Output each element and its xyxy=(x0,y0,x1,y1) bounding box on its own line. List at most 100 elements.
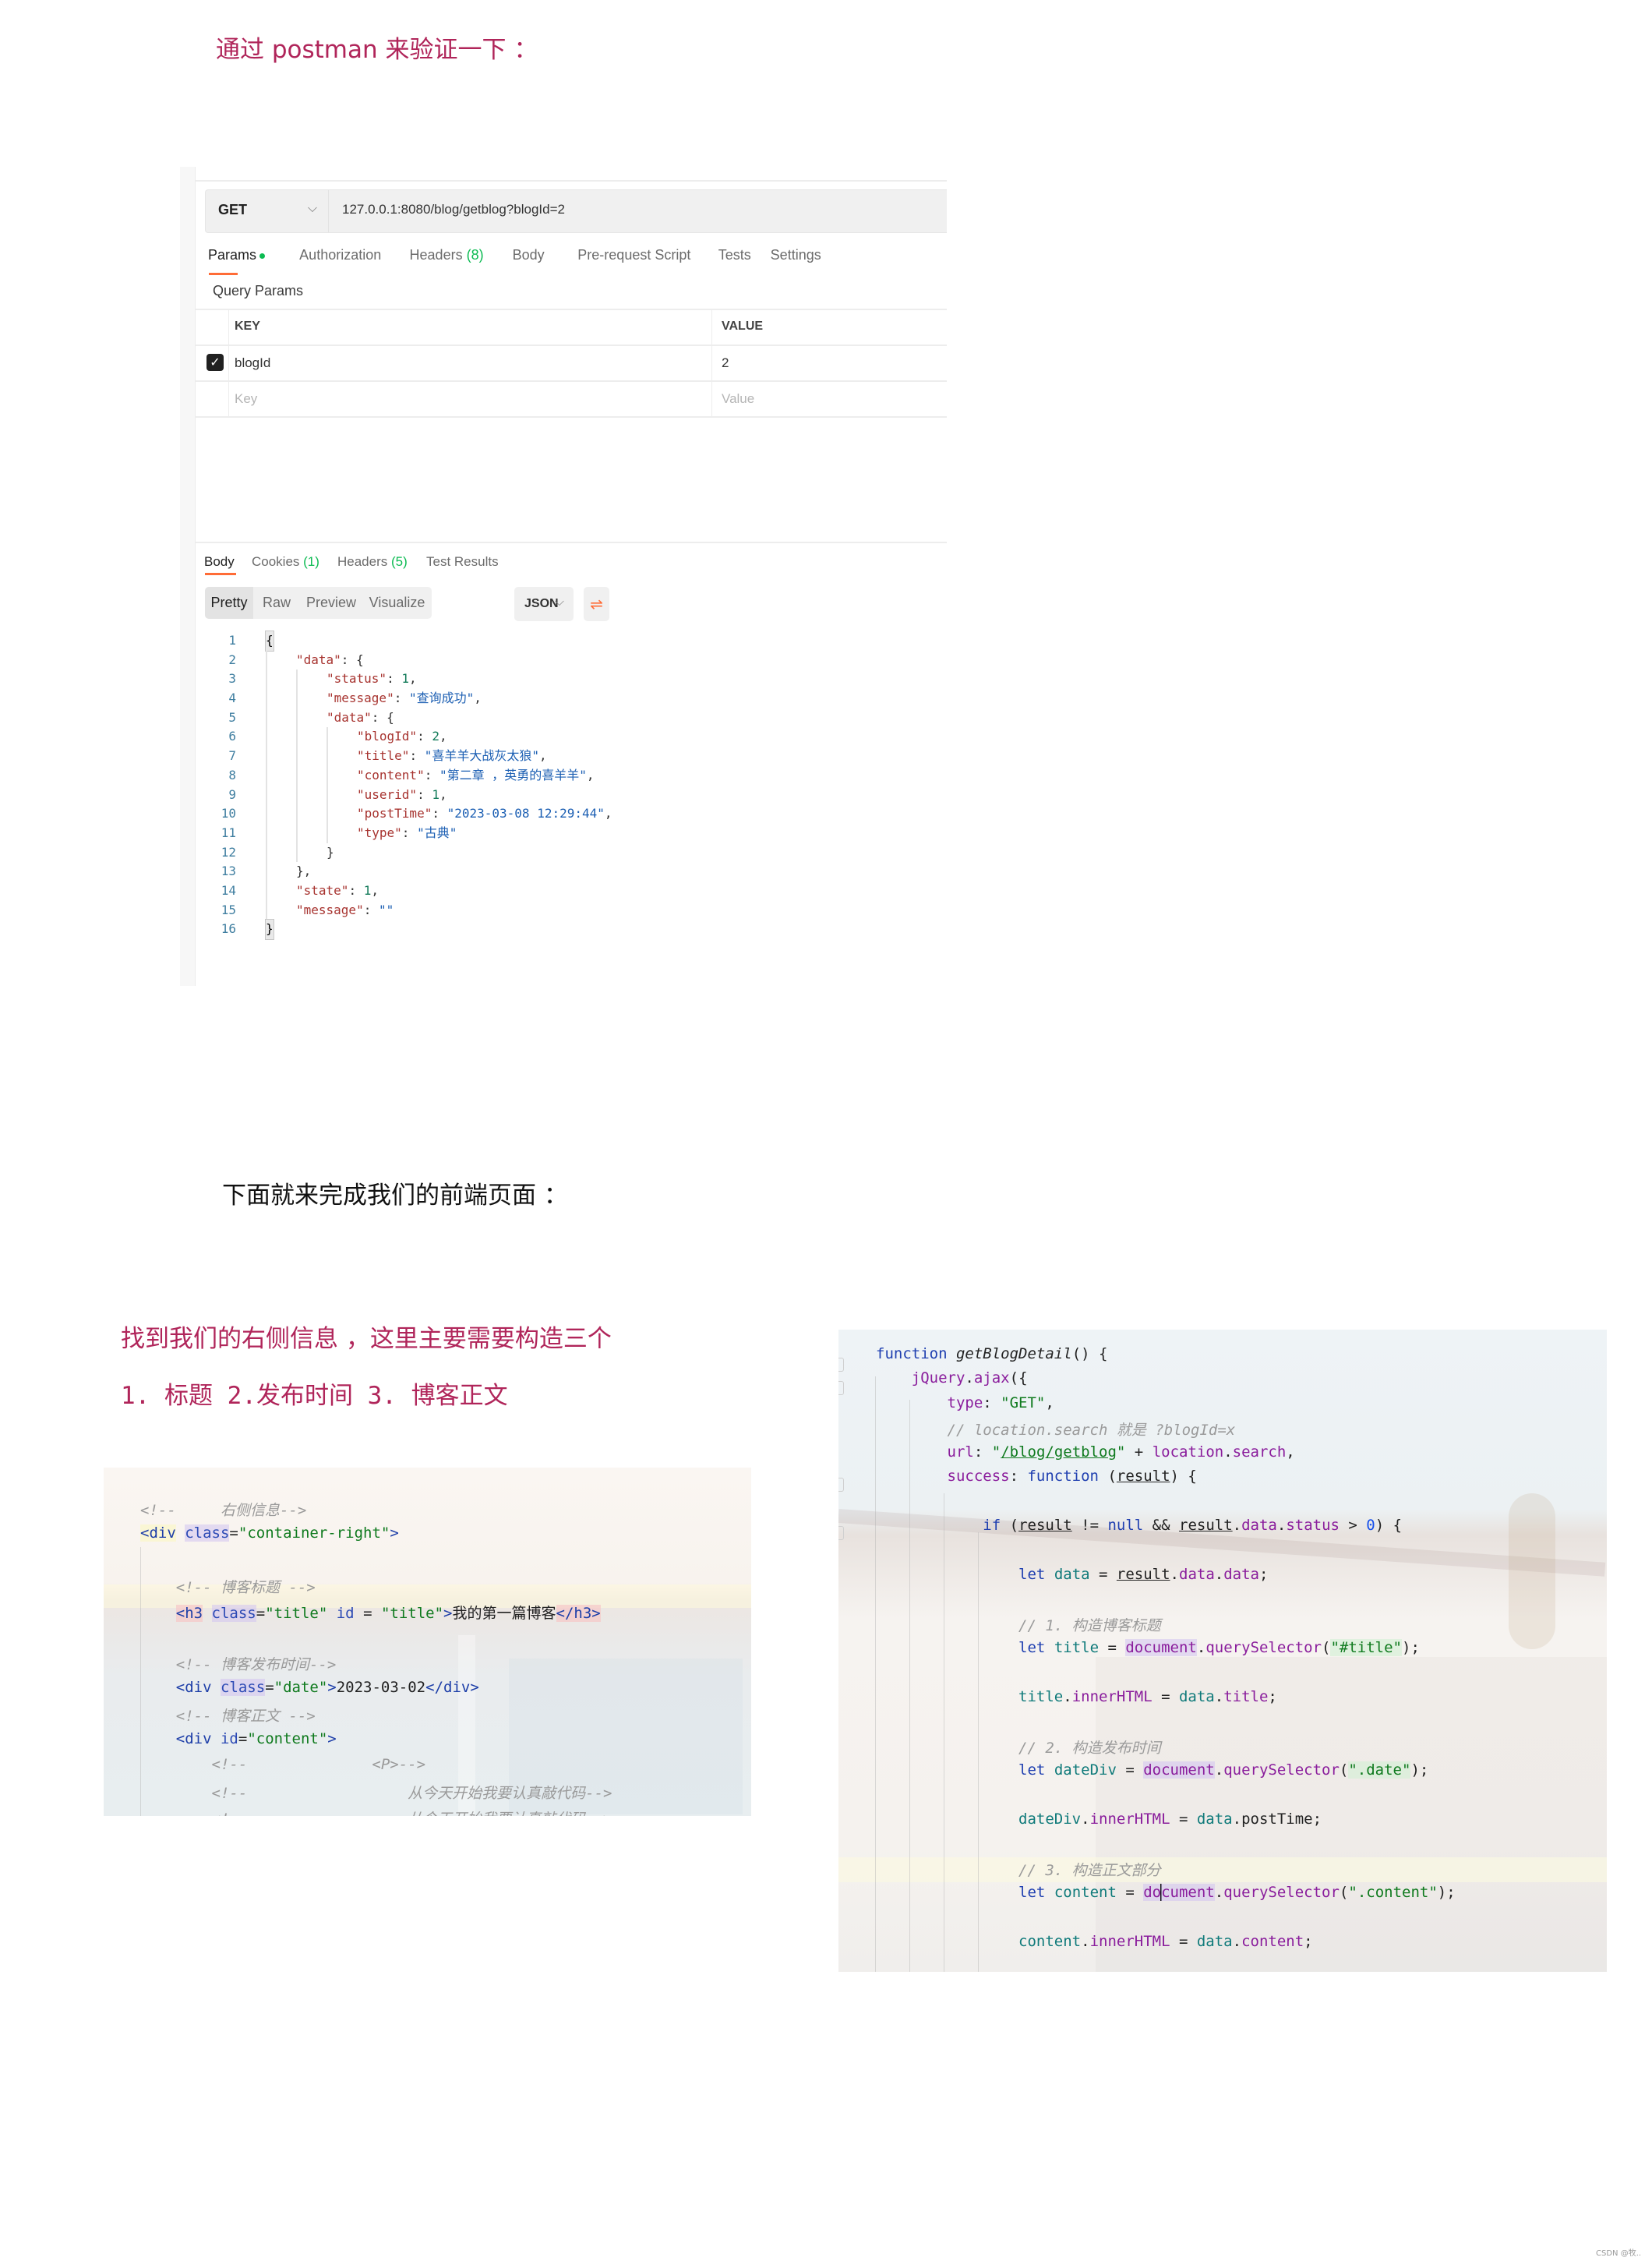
token: , xyxy=(474,691,482,706)
token: = xyxy=(1170,1932,1197,1950)
checkbox-checked-icon[interactable]: ✓ xyxy=(206,354,224,371)
view-raw-button[interactable]: Raw xyxy=(253,587,300,619)
token: ( xyxy=(1322,1638,1331,1656)
code-text: "data": { xyxy=(327,708,394,728)
token: . xyxy=(1232,1516,1242,1534)
code-line: 9 "userid": 1, xyxy=(196,785,947,805)
line-number: 14 xyxy=(221,882,236,898)
indent-guide xyxy=(266,785,267,805)
code-text: "content": "第二章 ，英勇的喜羊羊", xyxy=(357,766,595,786)
token: " xyxy=(1116,1443,1126,1461)
response-tab-cookies[interactable]: Cookies (1) xyxy=(252,554,319,570)
token: : xyxy=(394,691,409,706)
token: != xyxy=(1071,1516,1108,1534)
line-number: 13 xyxy=(221,864,236,879)
tab-body[interactable]: Body xyxy=(513,247,545,263)
line-number: 6 xyxy=(228,729,236,744)
token: 0 xyxy=(1366,1516,1375,1534)
indent-guide xyxy=(327,804,328,824)
token: jQuery xyxy=(911,1369,965,1387)
token: , xyxy=(371,882,379,898)
key-placeholder-input[interactable]: Key xyxy=(235,391,257,407)
response-tab-headers[interactable]: Headers (5) xyxy=(337,554,408,570)
three-items-text: 1. 标题 2.发布时间 3. 博客正文 xyxy=(121,1382,508,1410)
response-tab-body[interactable]: Body xyxy=(204,554,235,570)
tab-authorization[interactable]: Authorization xyxy=(299,247,381,263)
active-tab-indicator xyxy=(209,273,238,275)
token: // 2. 构造发布时间 xyxy=(1018,1740,1161,1758)
indent-guide xyxy=(266,900,267,920)
token: function xyxy=(1027,1468,1099,1485)
token: , xyxy=(1045,1394,1054,1411)
view-visualize-button[interactable]: Visualize xyxy=(362,587,432,619)
token: <div xyxy=(175,1730,212,1747)
tab-label: Test Results xyxy=(426,554,499,569)
response-tab-test-results[interactable]: Test Results xyxy=(426,554,499,570)
indent-guide xyxy=(266,823,267,843)
token: <!-- 右侧信息--> xyxy=(140,1502,307,1519)
token: . xyxy=(1214,1761,1224,1779)
tab-settings[interactable]: Settings xyxy=(771,247,821,263)
token: class xyxy=(185,1524,230,1542)
token: > xyxy=(1339,1516,1367,1534)
url-input[interactable]: 127.0.0.1:8080/blog/getblog?blogId=2 xyxy=(342,202,565,217)
value-placeholder-input[interactable]: Value xyxy=(711,382,754,416)
code-text: "status": 1, xyxy=(327,669,417,689)
token: : xyxy=(417,786,432,802)
html-code-screenshot: <!-- 右侧信息--> <div class="container-right"… xyxy=(104,1468,751,1816)
token: "title" xyxy=(380,1605,444,1622)
token: : xyxy=(387,671,402,687)
postman-screenshot: GET ⌵ 127.0.0.1:8080/blog/getblog?blogId… xyxy=(180,167,947,986)
token: , xyxy=(408,671,417,687)
tab-headers[interactable]: Headers (8) xyxy=(410,247,484,263)
param-key[interactable]: blogId xyxy=(235,355,270,371)
code-line: <div class="date">2023-03-02</div> xyxy=(140,1679,479,1696)
code-text: "message": "查询成功", xyxy=(327,689,482,708)
code-line: 16} xyxy=(196,919,947,941)
code-text: { xyxy=(265,631,274,652)
token: class xyxy=(211,1605,256,1622)
param-value[interactable]: 2 xyxy=(711,346,729,380)
tab-pre-request-script[interactable]: Pre-request Script xyxy=(577,247,690,263)
tab-tests[interactable]: Tests xyxy=(718,247,751,263)
js-code-screenshot: function getBlogDetail() { jQuery.ajax({… xyxy=(838,1330,1607,1972)
token: ; xyxy=(1304,1932,1313,1950)
wrap-lines-icon[interactable]: ⇌ xyxy=(584,587,609,621)
token: > xyxy=(443,1605,453,1622)
token: ({ xyxy=(1009,1369,1028,1387)
token: content xyxy=(1241,1932,1304,1950)
view-pretty-button[interactable]: Pretty xyxy=(205,587,253,619)
token: ); xyxy=(1402,1638,1420,1656)
token: "type" xyxy=(357,825,402,840)
format-select[interactable]: JSON ⌵ xyxy=(514,587,574,621)
code-text: "userid": 1, xyxy=(357,786,447,805)
active-params-dot-icon xyxy=(259,253,266,259)
token: "status" xyxy=(327,671,387,687)
token: , xyxy=(586,767,595,782)
token: id xyxy=(220,1730,238,1747)
view-preview-button[interactable]: Preview xyxy=(300,587,362,619)
code-line: <!-- 右侧信息--> xyxy=(140,1499,306,1520)
tab-params[interactable]: Params xyxy=(208,247,266,263)
token: querySelector xyxy=(1223,1761,1340,1779)
token: . xyxy=(1081,1932,1090,1950)
tab-label: Headers xyxy=(409,247,467,263)
token: ); xyxy=(1410,1761,1429,1779)
method-select[interactable]: GET ⌵ xyxy=(206,190,329,232)
code-line: <!-- 博客正文 --> xyxy=(140,1705,316,1726)
indent-guide xyxy=(327,765,328,786)
token: id xyxy=(336,1605,355,1622)
code-line: // 1. 构造博客标题 xyxy=(876,1614,1161,1635)
token: data xyxy=(1054,1565,1090,1583)
code-line: dateDiv.innerHTML = data.postTime; xyxy=(876,1811,1322,1828)
token: result xyxy=(1116,1468,1170,1485)
params-table: KEY VALUE ✓ blogId 2 Key Value xyxy=(196,309,947,418)
code-line: 10 "postTime": "2023-03-08 12:29:44", xyxy=(196,804,947,824)
token: : xyxy=(432,806,447,821)
token: "2023-03-08 12:29:44" xyxy=(447,806,605,821)
